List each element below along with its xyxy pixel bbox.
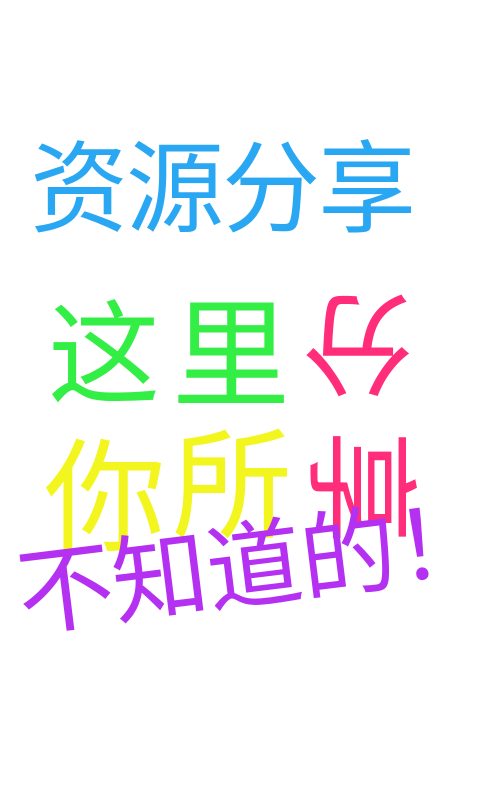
char-fen-rotated: 分 [302,277,414,407]
char-li: 里 [172,287,291,425]
title-text: 资源分享 [30,131,416,248]
char-zhe: 这 [48,291,160,421]
